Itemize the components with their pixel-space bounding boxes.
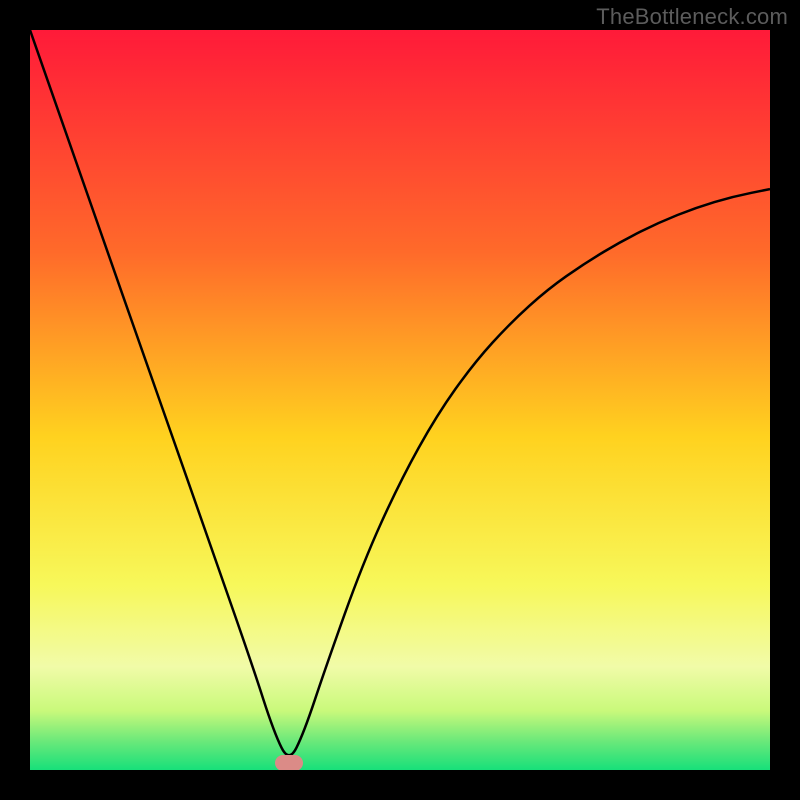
chart-frame: TheBottleneck.com [0, 0, 800, 800]
plot-area [30, 30, 770, 770]
watermark-label: TheBottleneck.com [596, 4, 788, 30]
bottleneck-curve [30, 30, 770, 770]
minimum-marker [275, 755, 303, 770]
